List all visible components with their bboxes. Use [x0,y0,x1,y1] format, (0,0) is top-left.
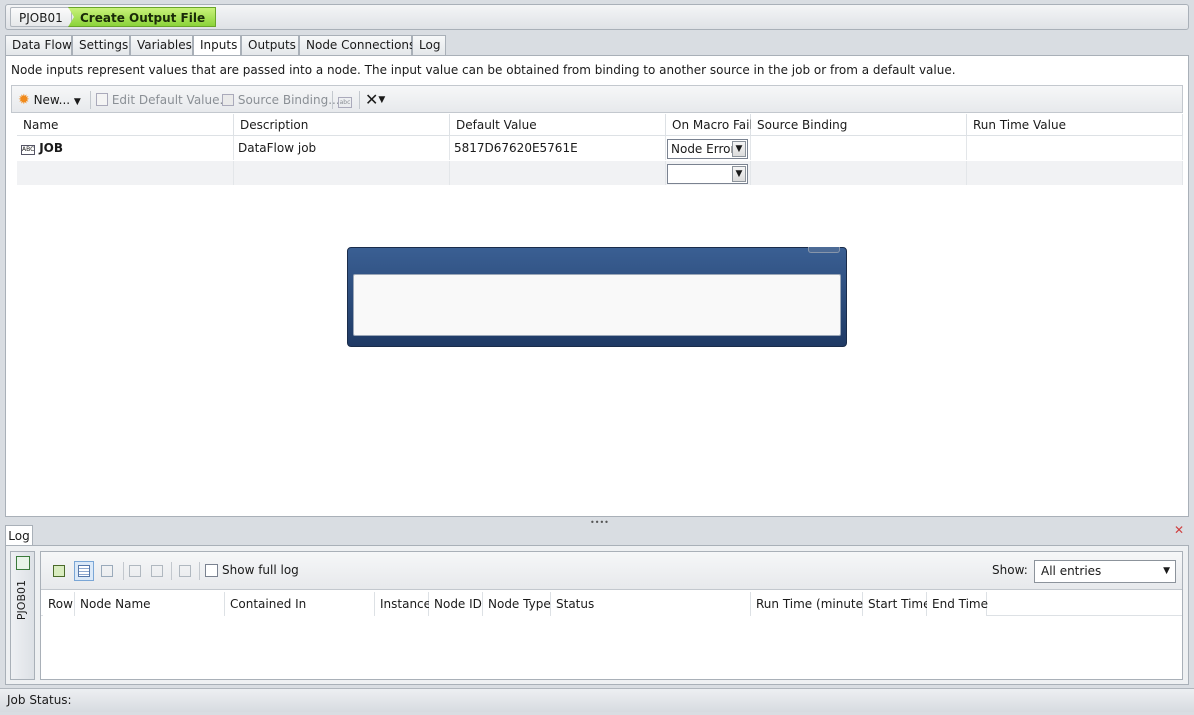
toolbar-divider [199,562,200,580]
chevron-down-icon: ▼ [732,166,746,182]
tab-inputs[interactable]: Inputs [193,35,241,57]
edit-icon [96,93,108,106]
row-name-cell: ABC JOB [17,136,234,160]
star-icon: ✹ [18,92,30,108]
export-icon[interactable] [49,561,69,581]
tab-settings[interactable]: Settings [72,35,130,56]
tab-node-connections[interactable]: Node Connections [299,35,415,56]
row-run-time-value [967,136,1183,160]
row-name [17,161,234,185]
row-description: DataFlow job [234,136,450,160]
log-tab[interactable]: Log [5,525,33,546]
chevron-down-icon: ▼ [73,97,81,107]
close-icon[interactable]: ✕ [1174,523,1184,537]
on-macro-fail-select[interactable]: ▼ [667,164,748,184]
chevron-down-icon: ▼ [378,95,386,105]
show-label: Show: [992,563,1028,577]
new-button[interactable]: ✹ New... ▼ [18,91,81,109]
status-bar: Job Status: [0,688,1194,712]
tab-variables[interactable]: Variables [130,35,193,56]
toolbar-divider [123,562,124,580]
inputs-toolbar: ✹ New... ▼ Edit Default Value... Source … [11,85,1183,113]
row-source-binding [751,161,967,185]
toolbar-divider [90,91,91,109]
row-default-value: 5817D67620E5761E [450,136,666,160]
log-column-end-time[interactable]: End Time [927,592,988,616]
on-macro-fail-value: Node Error [671,142,736,156]
column-header-default-value[interactable]: Default Value [450,114,666,136]
tab-data-flow[interactable]: Data Flow [5,35,72,56]
grid-view-icon[interactable] [74,561,94,581]
edit-default-value-label: Edit Default Value... [111,93,231,107]
row-source-binding [751,136,967,160]
breadcrumb-job[interactable]: PJOB01 [10,7,72,27]
log-job-sidebar[interactable]: PJOB01 [10,551,35,680]
column-header-name[interactable]: Name [17,114,234,136]
close-icon: ✕ [365,90,379,109]
breadcrumb: PJOB01 Create Output File [5,4,1189,30]
source-binding-label: Source Binding... [237,93,340,107]
log-column-contained-in[interactable]: Contained In [225,592,375,616]
show-select-value: All entries [1041,564,1102,578]
log-header-row: Row Node Name Contained In Instance Node… [41,592,1182,616]
log-column-row[interactable]: Row [43,592,75,616]
popup-dialog [347,247,847,347]
log-toolbar: Show full log Show: [41,552,1182,590]
show-full-log-checkbox[interactable] [205,564,218,577]
row-name: JOB [39,141,63,155]
edit-default-value-button[interactable]: Edit Default Value... [96,91,231,109]
show-full-log-label: Show full log [222,563,299,577]
log-column-start-time[interactable]: Start Time [863,592,931,616]
abc-type-icon: ABC [21,145,35,155]
tab-log[interactable]: Log [412,35,446,56]
row-description [234,161,450,185]
column-header-source-binding[interactable]: Source Binding [751,114,967,136]
column-header-on-macro-fail[interactable]: On Macro Fail [666,114,753,136]
delete-log-icon[interactable] [175,561,195,581]
column-header-description[interactable]: Description [234,114,450,136]
log-column-node-name[interactable]: Node Name [75,592,225,616]
save-icon[interactable] [125,561,145,581]
grip-icon[interactable]: •••• [590,518,609,527]
tab-outputs[interactable]: Outputs [241,35,299,56]
abc-icon[interactable]: abc [338,91,352,109]
breadcrumb-node[interactable]: Create Output File [68,7,217,27]
job-status-label: Job Status: [7,693,72,707]
log-column-run-time[interactable]: Run Time (minutes) [751,592,874,616]
binding-icon [222,94,234,106]
info-text: Node inputs represent values that are pa… [11,63,956,77]
toolbar-divider [359,91,360,109]
toolbar-divider [171,562,172,580]
chart-view-icon[interactable] [97,561,117,581]
column-header-run-time-value[interactable]: Run Time Value [967,114,1183,136]
delete-button[interactable]: ✕▼ [365,91,385,109]
chevron-down-icon: ▼ [1163,566,1170,576]
row-run-time-value [967,161,1183,185]
log-column-node-id[interactable]: Node ID [429,592,483,616]
toolbar-divider [332,91,333,109]
log-column-instance[interactable]: Instance [375,592,431,616]
dialog-content [353,274,841,336]
log-column-node-type[interactable]: Node Type [483,592,551,616]
row-default-value [450,161,666,185]
log-column-status[interactable]: Status [551,592,751,616]
log-job-label: PJOB01 [15,580,28,621]
chevron-down-icon: ▼ [732,141,746,157]
job-tree-icon [16,556,30,570]
on-macro-fail-select[interactable]: Node Error ▼ [667,139,748,159]
source-binding-button[interactable]: Source Binding... [222,91,340,109]
show-select[interactable]: All entries ▼ [1034,560,1176,583]
new-button-label: New... [33,93,71,107]
dialog-close-button[interactable] [808,247,840,253]
clear-icon[interactable] [147,561,167,581]
